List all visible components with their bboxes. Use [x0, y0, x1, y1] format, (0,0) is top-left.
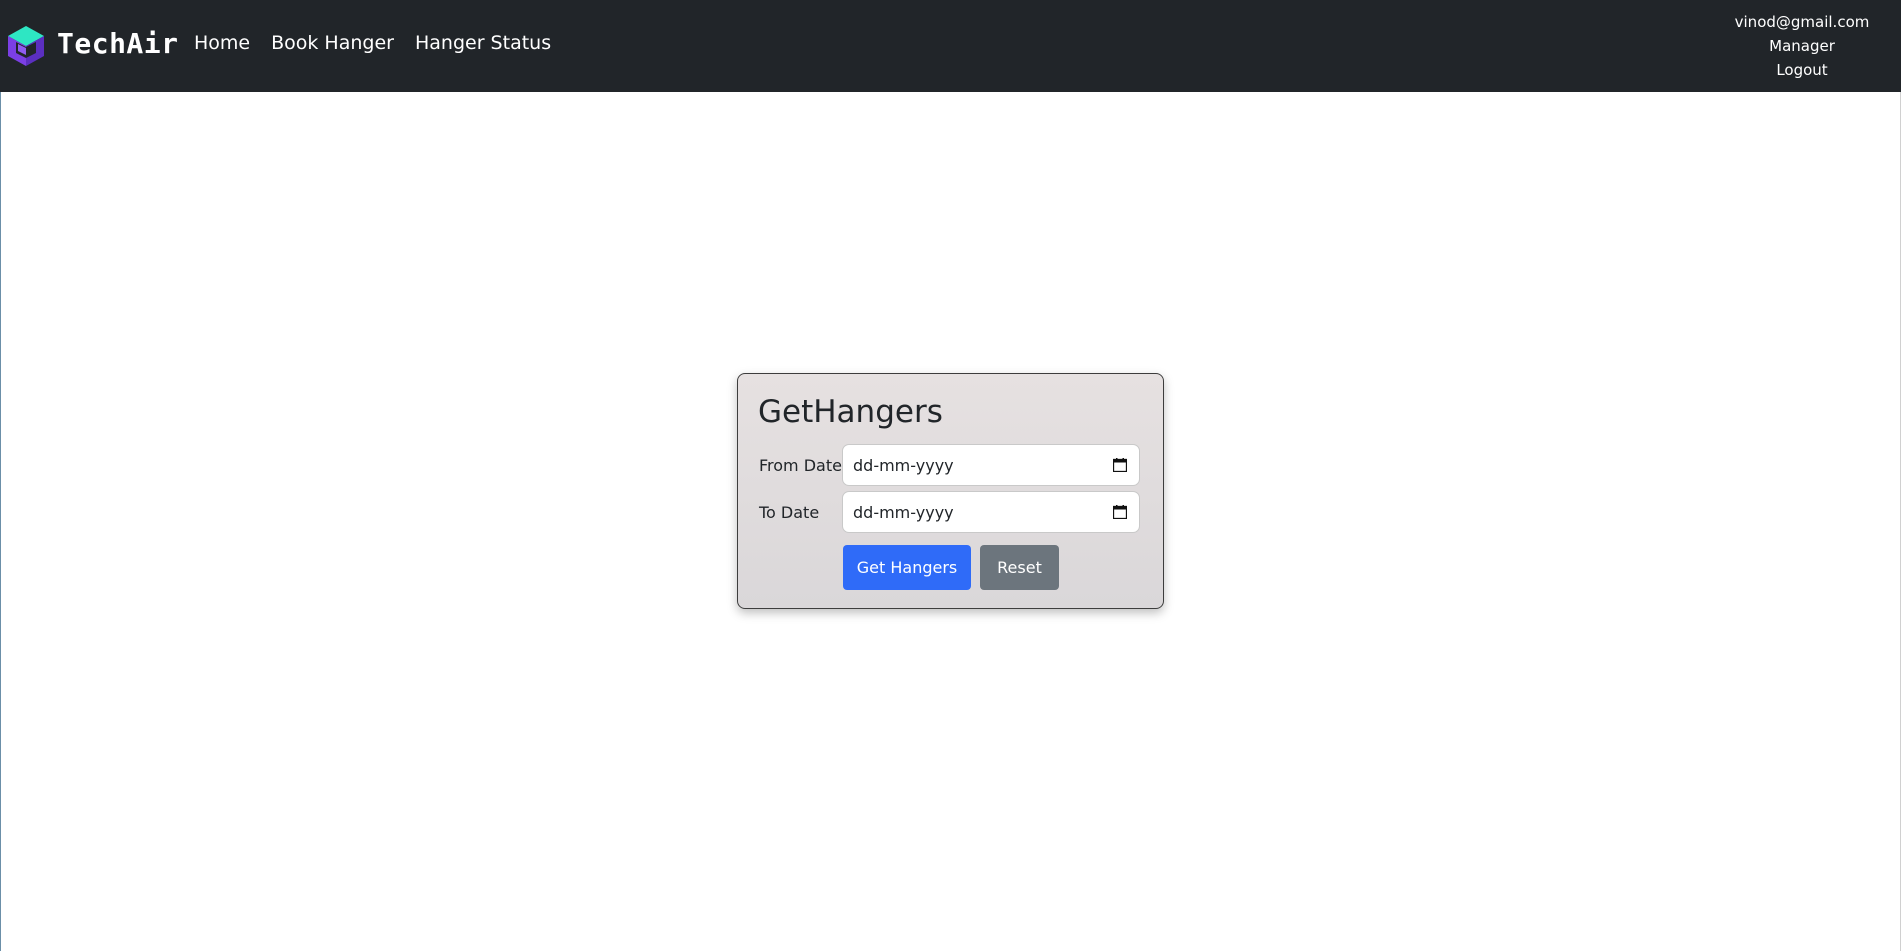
calendar-icon[interactable]	[1113, 458, 1127, 472]
cube-logo-icon	[8, 26, 44, 66]
from-date-placeholder: dd-mm-yyyy	[853, 455, 954, 475]
nav-link-home[interactable]: Home	[194, 32, 250, 54]
user-role: Manager	[1769, 37, 1835, 55]
get-hangers-card: GetHangers From Date dd-mm-yyyy To Date …	[737, 373, 1164, 609]
brand-name: TechAir	[57, 26, 179, 60]
brand[interactable]: TechAir	[4, 24, 179, 68]
user-info: vinod@gmail.com Manager Logout	[1717, 10, 1887, 82]
nav-links: Home Book Hanger Hanger Status	[194, 32, 572, 54]
from-date-input[interactable]: dd-mm-yyyy	[842, 444, 1140, 486]
from-date-label: From Date	[759, 456, 842, 475]
user-email: vinod@gmail.com	[1734, 13, 1870, 31]
to-date-input[interactable]: dd-mm-yyyy	[842, 491, 1140, 533]
calendar-icon[interactable]	[1113, 505, 1127, 519]
logout-link[interactable]: Logout	[1717, 58, 1887, 82]
to-date-placeholder: dd-mm-yyyy	[853, 502, 954, 522]
nav-link-book-hanger[interactable]: Book Hanger	[271, 32, 394, 54]
top-navbar: TechAir Home Book Hanger Hanger Status v…	[0, 0, 1901, 92]
to-date-label: To Date	[759, 503, 820, 522]
form-title: GetHangers	[758, 394, 943, 430]
window-left-edge	[0, 0, 1, 951]
get-hangers-button[interactable]: Get Hangers	[843, 545, 971, 590]
reset-button[interactable]: Reset	[980, 545, 1059, 590]
nav-link-hanger-status[interactable]: Hanger Status	[415, 32, 551, 54]
